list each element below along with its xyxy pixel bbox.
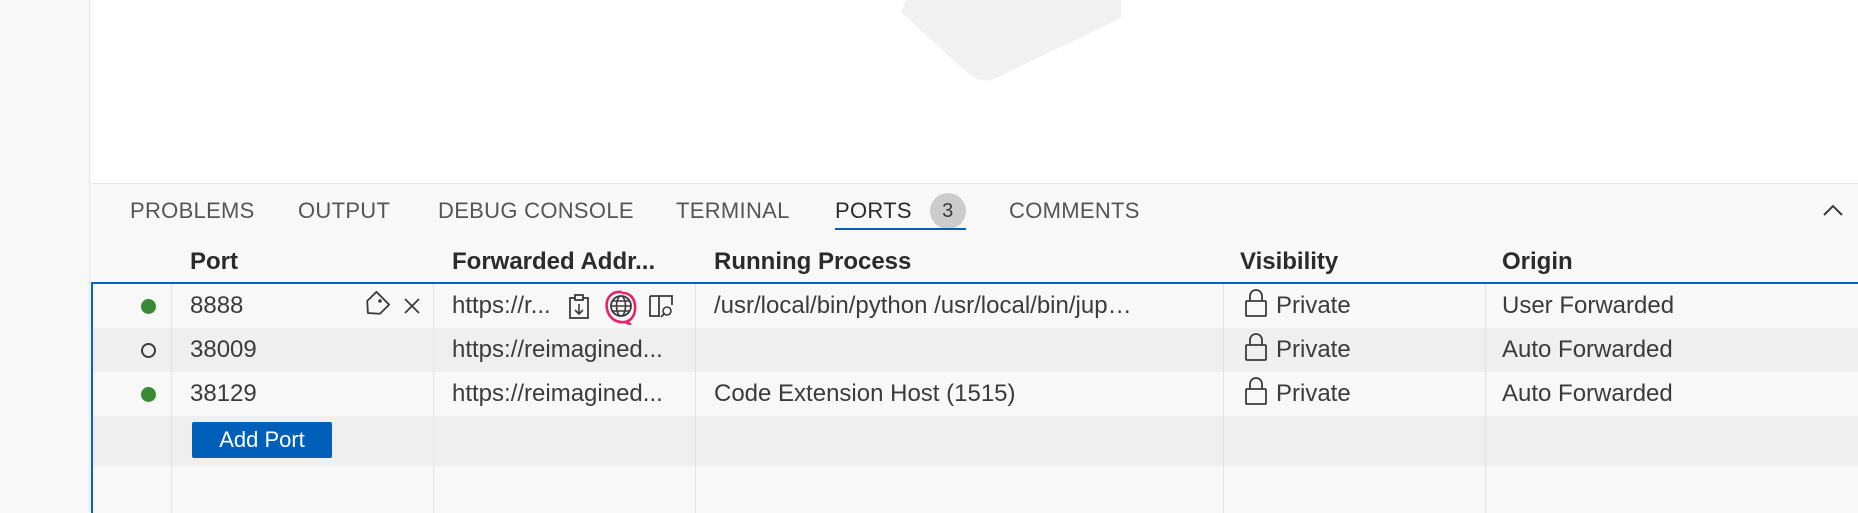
tag-icon[interactable]	[360, 291, 390, 321]
visibility-cell[interactable]: Private	[1244, 328, 1474, 372]
visibility-cell[interactable]: Private	[1244, 372, 1474, 416]
ports-count-badge: 3	[929, 193, 966, 229]
bottom-panel: PROBLEMS OUTPUT DEBUG CONSOLE TERMINAL P…	[91, 183, 1858, 513]
active-tab-indicator	[835, 228, 966, 230]
editor-watermark	[901, 0, 1121, 81]
table-header-row: Port Forwarded Addr... Running Process V…	[91, 244, 1858, 282]
lock-icon	[1245, 289, 1267, 317]
running-process-cell: /usr/local/bin/python /usr/local/bin/jup…	[714, 292, 1134, 319]
table-row[interactable]: 38129 https://reimagined... Code Extensi…	[93, 372, 1858, 416]
header-forwarded-address[interactable]: Forwarded Addr...	[452, 244, 697, 282]
visibility-label: Private	[1276, 292, 1351, 319]
forwarded-address-cell[interactable]: https://r...	[452, 284, 562, 328]
port-cell: 8888	[190, 292, 244, 319]
visibility-cell[interactable]: Private	[1244, 284, 1474, 328]
forwarded-address-cell[interactable]: https://reimagined...	[452, 328, 697, 372]
visibility-label: Private	[1276, 336, 1351, 363]
status-running-icon	[141, 387, 156, 402]
table-row[interactable]: 38009 https://reimagined... Private Auto…	[93, 328, 1858, 372]
tab-comments[interactable]: COMMENTS	[1009, 184, 1140, 240]
header-running-process[interactable]: Running Process	[714, 244, 1114, 282]
status-running-icon	[141, 299, 156, 314]
running-process-cell	[714, 328, 1134, 372]
header-port[interactable]: Port	[190, 244, 400, 282]
copy-address-icon[interactable]	[564, 291, 594, 321]
tab-ports[interactable]: PORTS 3	[835, 184, 966, 240]
ports-table: Port Forwarded Addr... Running Process V…	[91, 244, 1858, 513]
chevron-up-icon[interactable]	[1818, 196, 1848, 226]
close-icon[interactable]	[397, 291, 427, 321]
column-divider	[433, 284, 434, 513]
table-body: 8888 https://r... /usr/local/bin/python …	[91, 282, 1858, 513]
origin-cell: Auto Forwarded	[1502, 336, 1673, 363]
table-row[interactable]: 8888 https://r... /usr/local/bin/python …	[93, 284, 1858, 328]
running-process-cell: Code Extension Host (1515)	[714, 380, 1016, 407]
globe-icon[interactable]	[603, 289, 639, 325]
header-origin[interactable]: Origin	[1502, 244, 1802, 282]
column-divider	[695, 284, 696, 513]
tab-output[interactable]: OUTPUT	[298, 184, 390, 240]
forwarded-address-cell[interactable]: https://reimagined...	[452, 372, 697, 416]
add-port-row: Add Port	[93, 416, 1858, 466]
column-divider	[1223, 284, 1224, 513]
port-cell: 38009	[190, 336, 257, 363]
column-divider	[171, 284, 172, 513]
port-cell: 38129	[190, 380, 257, 407]
tab-ports-label: PORTS	[835, 198, 912, 223]
origin-cell: Auto Forwarded	[1502, 380, 1673, 407]
tab-problems[interactable]: PROBLEMS	[130, 184, 255, 240]
tab-debug-console[interactable]: DEBUG CONSOLE	[438, 184, 634, 240]
lock-icon	[1245, 377, 1267, 405]
status-idle-icon	[141, 343, 156, 358]
preview-in-editor-icon[interactable]	[646, 291, 676, 321]
lock-icon	[1245, 333, 1267, 361]
activity-bar	[0, 0, 90, 512]
visibility-label: Private	[1276, 380, 1351, 407]
add-port-button[interactable]: Add Port	[192, 422, 332, 458]
header-visibility[interactable]: Visibility	[1240, 244, 1460, 282]
tab-terminal[interactable]: TERMINAL	[676, 184, 790, 240]
panel-tabs: PROBLEMS OUTPUT DEBUG CONSOLE TERMINAL P…	[91, 184, 1858, 240]
column-divider	[1485, 284, 1486, 513]
editor-area	[91, 0, 1858, 183]
origin-cell: User Forwarded	[1502, 292, 1675, 319]
